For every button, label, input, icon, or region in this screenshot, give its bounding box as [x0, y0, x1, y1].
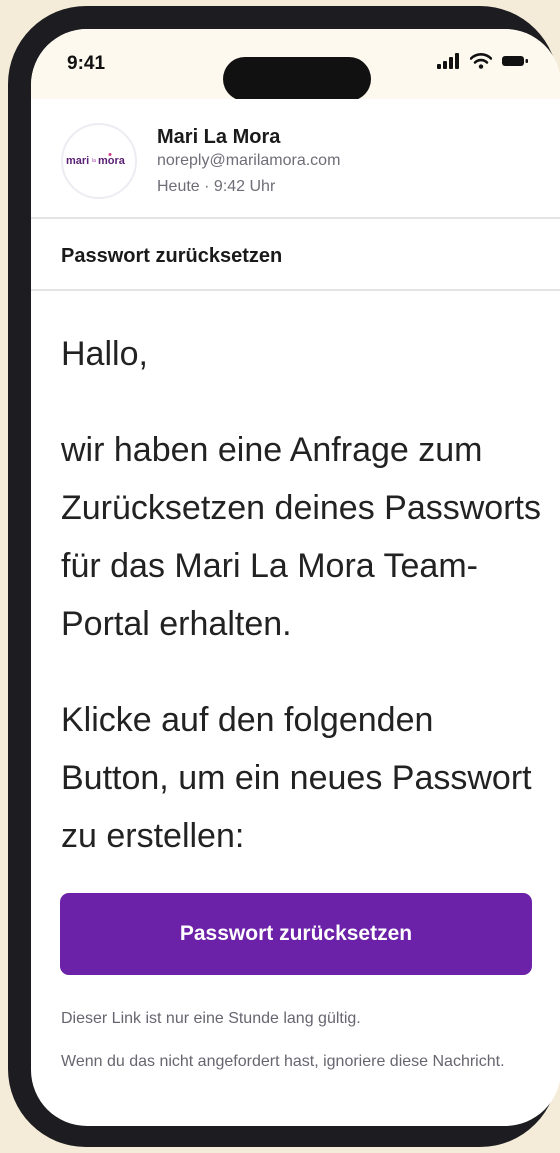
- battery-icon: [502, 56, 528, 66]
- wifi-icon: [470, 53, 492, 69]
- screen: 9:41 mari la mora Mari La Mora noreply@m…: [31, 29, 560, 1126]
- sender-name: Mari La Mora: [157, 126, 281, 148]
- email-subject: Passwort zurücksetzen: [61, 245, 283, 267]
- svg-text:la: la: [92, 158, 96, 164]
- sender-email: noreply@marilamora.com: [157, 152, 341, 169]
- svg-text:mari: mari: [66, 155, 89, 167]
- mari-la-mora-logo: mari la mora: [66, 153, 126, 167]
- status-time: 9:41: [67, 53, 106, 74]
- greeting: Hallo,: [61, 335, 148, 373]
- link-validity-note: Dieser Link ist nur eine Stunde lang gül…: [61, 1010, 361, 1027]
- email-date: Heute · 9:42 Uhr: [157, 178, 276, 195]
- reset-password-button[interactable]: Passwort zurücksetzen: [60, 893, 532, 975]
- phone-frame: 9:41 mari la mora Mari La Mora noreply@m…: [8, 6, 560, 1147]
- body-paragraph-1: wir haben eine Anfrage zum Zurücksetzen …: [61, 431, 541, 643]
- email-header: mari la mora Mari La Mora noreply@marila…: [31, 99, 560, 219]
- sender-avatar: mari la mora: [61, 123, 137, 199]
- ignore-note: Wenn du das nicht angefordert hast, igno…: [61, 1053, 505, 1070]
- status-icons: [437, 53, 529, 69]
- signal-icon: [437, 53, 459, 69]
- body-paragraph-2: Klicke auf den folgenden Button, um ein …: [61, 701, 532, 855]
- status-bar: 9:41: [31, 29, 560, 101]
- dynamic-island: [223, 57, 371, 101]
- svg-text:mora: mora: [98, 155, 126, 167]
- subject-bar: Passwort zurücksetzen: [31, 219, 560, 291]
